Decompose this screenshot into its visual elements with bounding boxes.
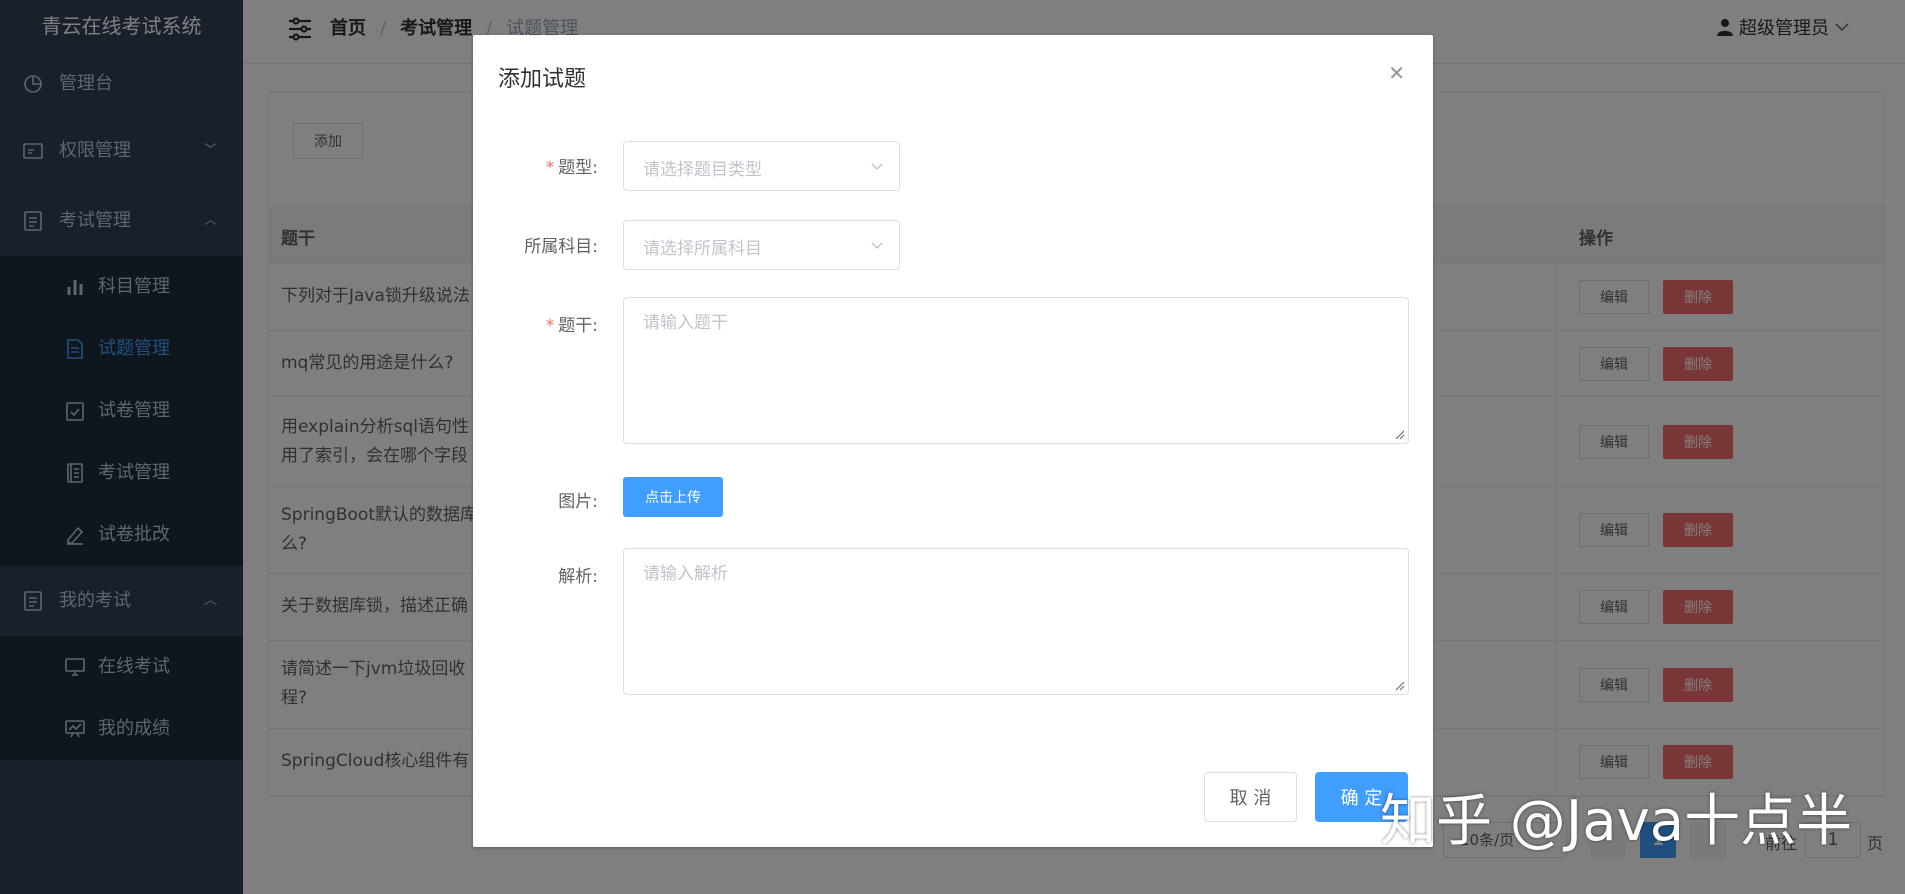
analysis-label: 解析: bbox=[558, 567, 598, 587]
close-icon[interactable]: ✕ bbox=[1388, 61, 1405, 85]
stem-textarea[interactable]: 请输入题干 bbox=[623, 297, 1409, 444]
chevron-down-icon bbox=[871, 242, 883, 250]
question-type-select[interactable]: 请选择题目类型 bbox=[623, 141, 900, 191]
image-label: 图片: bbox=[558, 492, 598, 512]
subject-select[interactable]: 请选择所属科目 bbox=[623, 220, 900, 270]
resize-handle-icon[interactable] bbox=[1395, 430, 1405, 440]
subject-label: 所属科目: bbox=[524, 237, 598, 257]
type-label: * 题型: bbox=[545, 158, 598, 178]
upload-button[interactable]: 点击上传 bbox=[623, 477, 723, 517]
dialog-title: 添加试题 bbox=[498, 67, 587, 92]
add-question-dialog: 添加试题 ✕ * 题型: 请选择题目类型 所属科目: 请选择所属科目 * 题干: 请… bbox=[473, 35, 1433, 847]
watermark: 知乎 @Java十点半 bbox=[1380, 789, 1853, 854]
analysis-textarea[interactable]: 请输入解析 bbox=[623, 548, 1409, 695]
chevron-down-icon bbox=[871, 163, 883, 171]
resize-handle-icon[interactable] bbox=[1395, 681, 1405, 691]
stem-label: * 题干: bbox=[545, 316, 598, 336]
cancel-button[interactable]: 取 消 bbox=[1204, 772, 1297, 822]
